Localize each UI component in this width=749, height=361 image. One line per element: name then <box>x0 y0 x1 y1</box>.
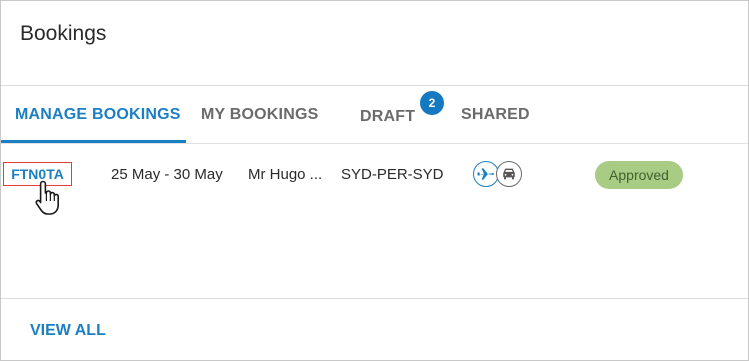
view-all-link[interactable]: VIEW ALL <box>30 322 106 340</box>
booking-traveller: Mr Hugo ... <box>248 166 323 183</box>
tab-shared[interactable]: SHARED <box>461 86 530 143</box>
booking-tabs: MANAGE BOOKINGS MY BOOKINGS DRAFT 2 SHAR… <box>1 86 748 144</box>
booking-row[interactable]: FTN0TA 25 May - 30 May Mr Hugo ... SYD-P… <box>1 144 748 208</box>
tab-draft[interactable]: DRAFT <box>360 88 415 145</box>
card-header: Bookings <box>1 1 748 86</box>
tab-my-bookings[interactable]: MY BOOKINGS <box>201 86 318 143</box>
bookings-card: Bookings MANAGE BOOKINGS MY BOOKINGS DRA… <box>0 0 749 361</box>
card-title: Bookings <box>20 22 107 45</box>
active-tab-indicator <box>1 140 186 143</box>
booking-route: SYD-PER-SYD <box>341 166 444 183</box>
booking-dates: 25 May - 30 May <box>111 166 223 183</box>
hand-cursor-icon <box>35 180 59 215</box>
car-icon <box>496 161 522 187</box>
footer-divider <box>1 298 748 299</box>
tab-manage-bookings[interactable]: MANAGE BOOKINGS <box>15 86 181 143</box>
draft-count-badge: 2 <box>420 91 444 115</box>
status-badge: Approved <box>595 161 683 189</box>
